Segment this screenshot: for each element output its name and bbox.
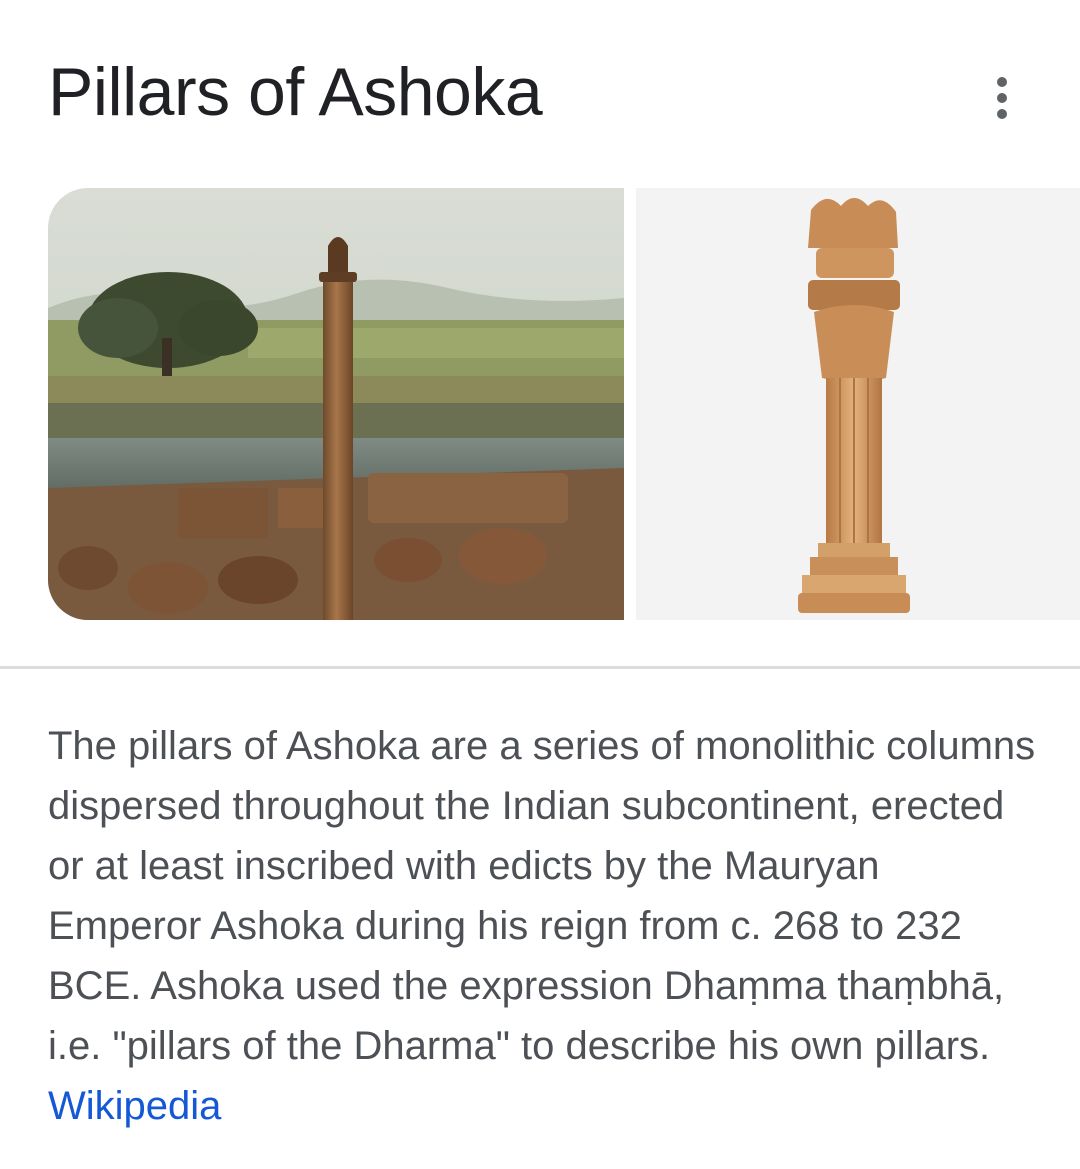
page-title: Pillars of Ashoka <box>48 54 543 130</box>
image-carousel <box>48 188 1080 620</box>
section-divider <box>0 666 1080 669</box>
lion-capital-carving-photo[interactable] <box>636 188 1080 620</box>
pillar-at-vaishali-photo[interactable] <box>48 188 624 620</box>
pillar-site-image <box>48 188 624 620</box>
lion-capital-image <box>636 188 1080 620</box>
knowledge-panel-header: Pillars of Ashoka <box>48 50 1032 140</box>
description-text: The pillars of Ashoka are a series of mo… <box>48 724 1036 1068</box>
wikipedia-source-link[interactable]: Wikipedia <box>48 1084 221 1128</box>
description-paragraph: The pillars of Ashoka are a series of mo… <box>48 716 1038 1136</box>
more-options-button[interactable] <box>980 72 1024 124</box>
more-vert-icon <box>997 77 1007 87</box>
